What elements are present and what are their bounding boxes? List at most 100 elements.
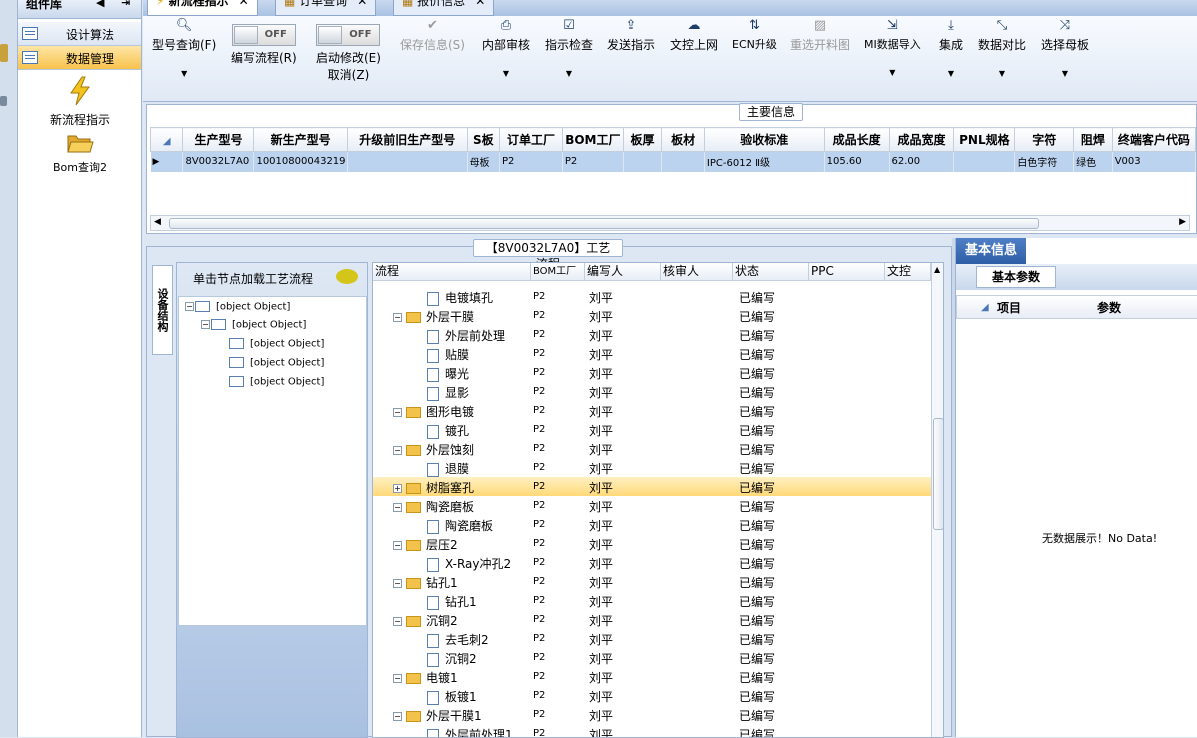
tree-node[interactable]: −[object Object] bbox=[185, 301, 290, 313]
column-header[interactable]: 验收标准 bbox=[704, 128, 824, 152]
column-header[interactable]: S板 bbox=[467, 128, 499, 152]
table-row[interactable]: −外层蚀刻P2刘平已编写 bbox=[373, 439, 931, 458]
collapse-icon[interactable]: − bbox=[393, 617, 402, 626]
table-row[interactable]: −层压2P2刘平已编写 bbox=[373, 534, 931, 553]
start-modify-toggle[interactable]: OFF 启动修改(E) 取消(Z) bbox=[316, 16, 381, 83]
collapse-icon[interactable]: − bbox=[393, 408, 402, 417]
tab-order-query[interactable]: ▦ 订单查询✕ bbox=[275, 0, 376, 16]
table-row[interactable]: 板镀1P2刘平已编写 bbox=[373, 686, 931, 705]
tree-node[interactable]: [object Object] bbox=[229, 357, 324, 369]
table-row[interactable]: 钻孔1P2刘平已编写 bbox=[373, 591, 931, 610]
collapse-icon[interactable]: + bbox=[393, 484, 402, 493]
collapse-icon[interactable]: − bbox=[393, 541, 402, 550]
sidebar-item-bom-query[interactable]: Bom查询2 bbox=[18, 132, 142, 175]
table-row[interactable]: 陶瓷磨板P2刘平已编写 bbox=[373, 515, 931, 534]
model-query-button[interactable]: 🔍︎ 型号查询(F) ▼ bbox=[152, 16, 216, 78]
table-cell[interactable]: 10010800043219 bbox=[254, 152, 347, 172]
collapse-left-icon[interactable]: ◀ bbox=[96, 0, 104, 9]
table-row[interactable]: −电镀1P2刘平已编写 bbox=[373, 667, 931, 686]
column-header[interactable]: 阻焊 bbox=[1074, 128, 1113, 152]
table-cell[interactable]: 绿色 bbox=[1074, 152, 1113, 172]
table-row[interactable]: 镀孔P2刘平已编写 bbox=[373, 420, 931, 439]
edit-flow-toggle[interactable]: OFF 编写流程(R) bbox=[231, 16, 297, 66]
tab-new-flow[interactable]: ⚡ 新流程指示✕ bbox=[147, 0, 258, 16]
table-cell[interactable]: P2 bbox=[500, 152, 563, 172]
instruction-check-button[interactable]: ☑ 指示检查 ▼ bbox=[545, 16, 593, 78]
reselect-material-button[interactable]: ▨ 重选开料图 bbox=[790, 16, 850, 53]
gear-icon[interactable] bbox=[0, 96, 7, 106]
table-row[interactable]: 曝光P2刘平已编写 bbox=[373, 363, 931, 382]
table-row[interactable]: 外层前处理P2刘平已编写 bbox=[373, 325, 931, 344]
column-header[interactable]: 终端客户代码 bbox=[1112, 128, 1195, 152]
column-header[interactable]: 生产型号 bbox=[183, 128, 254, 152]
collapse-icon[interactable]: − bbox=[393, 446, 402, 455]
scroll-thumb[interactable] bbox=[933, 418, 944, 530]
tab-basic-params[interactable]: 基本参数 bbox=[976, 266, 1056, 288]
sidebar-item-new-flow[interactable]: 新流程指示 bbox=[18, 76, 142, 128]
table-cell[interactable] bbox=[347, 152, 467, 172]
column-header[interactable]: 新生产型号 bbox=[254, 128, 347, 152]
column-header[interactable]: BOM工厂 bbox=[562, 128, 623, 152]
collapse-icon[interactable]: − bbox=[393, 712, 402, 721]
table-row[interactable]: ▶8V0032L7A010010800043219母板P2P2IPC-6012 … bbox=[151, 152, 1196, 172]
scroll-left-icon[interactable]: ◀ bbox=[154, 217, 161, 227]
column-header[interactable]: 状态 bbox=[733, 263, 809, 281]
column-header[interactable]: PNL规格 bbox=[954, 128, 1015, 152]
table-cell[interactable]: P2 bbox=[562, 152, 623, 172]
vertical-scrollbar[interactable]: ▲ bbox=[931, 263, 944, 738]
collapse-icon[interactable]: − bbox=[393, 579, 402, 588]
collapse-icon[interactable]: − bbox=[393, 674, 402, 683]
scroll-right-icon[interactable]: ▶ bbox=[1179, 217, 1186, 227]
scroll-thumb[interactable] bbox=[169, 218, 1039, 229]
table-row[interactable]: 去毛刺2P2刘平已编写 bbox=[373, 629, 931, 648]
table-row[interactable]: −外层干膜P2刘平已编写 bbox=[373, 306, 931, 325]
internal-review-button[interactable]: ⎙ 内部审核 ▼ bbox=[482, 16, 530, 78]
sidebar-group-design[interactable]: 设计算法 bbox=[18, 22, 141, 46]
data-compare-button[interactable]: ⤡ 数据对比 ▼ bbox=[978, 16, 1026, 78]
close-icon[interactable]: ✕ bbox=[475, 0, 485, 8]
mi-import-button[interactable]: ⇲ MI数据导入 ▼ bbox=[864, 16, 921, 77]
table-cell[interactable]: 8V0032L7A0 bbox=[183, 152, 254, 172]
tab-basic-info[interactable]: 基本信息 bbox=[956, 238, 1026, 264]
collapse-icon[interactable]: − bbox=[393, 313, 402, 322]
table-row[interactable]: −陶瓷磨板P2刘平已编写 bbox=[373, 496, 931, 515]
table-row[interactable]: −外层干膜1P2刘平已编写 bbox=[373, 705, 931, 724]
column-header[interactable]: BOM工厂 bbox=[531, 263, 585, 281]
tree-node[interactable]: [object Object] bbox=[229, 376, 324, 388]
column-header[interactable]: PPC bbox=[809, 263, 885, 281]
table-row[interactable]: 退膜P2刘平已编写 bbox=[373, 458, 931, 477]
table-cell[interactable]: 白色字符 bbox=[1015, 152, 1074, 172]
toggle-switch[interactable]: OFF bbox=[316, 24, 380, 46]
lock-icon[interactable] bbox=[0, 44, 8, 62]
table-cell[interactable]: V003 bbox=[1112, 152, 1195, 172]
column-header[interactable]: 板厚 bbox=[623, 128, 662, 152]
column-header[interactable]: 文控 bbox=[885, 263, 931, 281]
column-header[interactable]: 成品宽度 bbox=[889, 128, 954, 152]
column-header[interactable]: 升级前旧生产型号 bbox=[347, 128, 467, 152]
close-icon[interactable]: ✕ bbox=[239, 0, 249, 8]
collapse-icon[interactable]: − bbox=[185, 302, 194, 311]
horizontal-scrollbar[interactable]: ◀ ▶ bbox=[150, 215, 1190, 231]
save-info-button[interactable]: ✔ 保存信息(S) bbox=[400, 16, 465, 53]
table-row[interactable]: +树脂塞孔P2刘平已编写 bbox=[373, 477, 931, 496]
table-cell[interactable] bbox=[623, 152, 662, 172]
column-header[interactable]: 字符 bbox=[1015, 128, 1074, 152]
table-row[interactable]: 电镀填孔P2刘平已编写 bbox=[373, 287, 931, 306]
close-icon[interactable]: ✕ bbox=[357, 0, 367, 8]
tree-node[interactable]: [object Object] bbox=[229, 338, 324, 350]
column-header[interactable]: 订单工厂 bbox=[500, 128, 563, 152]
cancel-label[interactable]: 取消(Z) bbox=[328, 68, 370, 82]
doc-upload-button[interactable]: ☁ 文控上网 bbox=[670, 16, 718, 53]
table-cell[interactable] bbox=[662, 152, 705, 172]
table-cell[interactable]: 62.00 bbox=[889, 152, 954, 172]
toggle-switch[interactable]: OFF bbox=[232, 24, 296, 46]
column-header[interactable]: 成品长度 bbox=[824, 128, 889, 152]
table-cell[interactable]: IPC-6012 Ⅱ级 bbox=[704, 152, 824, 172]
table-row[interactable]: −沉铜2P2刘平已编写 bbox=[373, 610, 931, 629]
collapse-icon[interactable]: − bbox=[201, 320, 210, 329]
select-master-button[interactable]: ⤨ 选择母板 ▼ bbox=[1041, 16, 1089, 78]
tab-equipment-structure[interactable]: 设备结构 bbox=[152, 265, 173, 355]
column-header[interactable]: 板材 bbox=[662, 128, 705, 152]
integrate-button[interactable]: ⤓ 集成 ▼ bbox=[939, 16, 963, 78]
tab-quote-info[interactable]: ▦ 报价信息✕ bbox=[393, 0, 494, 16]
